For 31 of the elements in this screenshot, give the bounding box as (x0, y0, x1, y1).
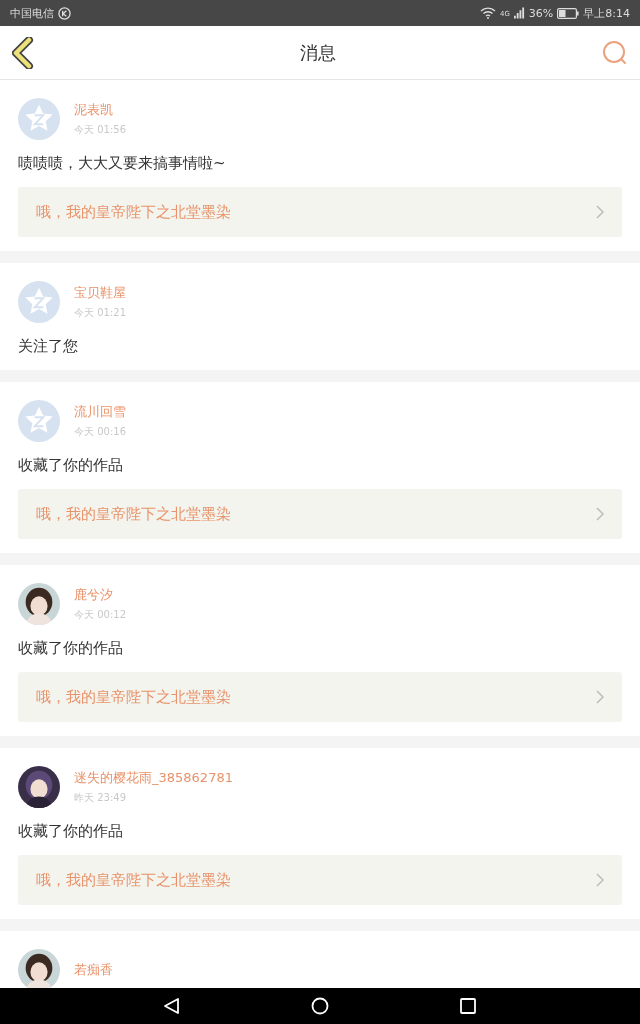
chevron-right-icon (596, 205, 604, 219)
chevron-right-icon (596, 873, 604, 887)
user-name[interactable]: 宝贝鞋屋 (74, 284, 126, 302)
user-name[interactable]: 流川回雪 (74, 403, 126, 421)
work-link[interactable]: 哦，我的皇帝陛下之北堂墨染 (18, 672, 622, 722)
message-text: 收藏了你的作品 (18, 456, 124, 475)
back-icon[interactable] (12, 36, 34, 69)
work-link[interactable]: 哦，我的皇帝陛下之北堂墨染 (18, 855, 622, 905)
battery-icon (557, 7, 580, 19)
k-circle-icon (58, 6, 71, 20)
message-text: 啧啧啧，大大又要来搞事情啦~ (18, 154, 227, 173)
message-text: 关注了您 (18, 337, 79, 356)
user-name[interactable]: 泥表凯 (74, 101, 126, 119)
signal-icon (513, 7, 525, 19)
clock-time: 早上8:14 (583, 5, 630, 21)
carrier-name: 中国电信 (10, 5, 54, 21)
user-name[interactable]: 鹿兮汐 (74, 586, 126, 604)
message-text: 收藏了你的作品 (18, 639, 124, 658)
work-link[interactable]: 哦，我的皇帝陛下之北堂墨染 (18, 187, 622, 237)
chevron-right-icon (596, 690, 604, 704)
recents-square-icon[interactable] (459, 997, 477, 1015)
user-name[interactable]: 迷失的樱花雨_385862781 (74, 769, 233, 787)
back-triangle-icon[interactable] (163, 997, 181, 1015)
user-name[interactable]: 若痴香 (74, 961, 113, 979)
page-title: 消息 (300, 40, 336, 65)
chevron-right-icon (596, 507, 604, 521)
home-circle-icon[interactable] (311, 997, 329, 1015)
message-text: 收藏了你的作品 (18, 822, 124, 841)
work-link[interactable]: 哦，我的皇帝陛下之北堂墨染 (18, 489, 622, 539)
battery-percent: 36% (528, 6, 554, 20)
wifi-icon (479, 7, 496, 19)
